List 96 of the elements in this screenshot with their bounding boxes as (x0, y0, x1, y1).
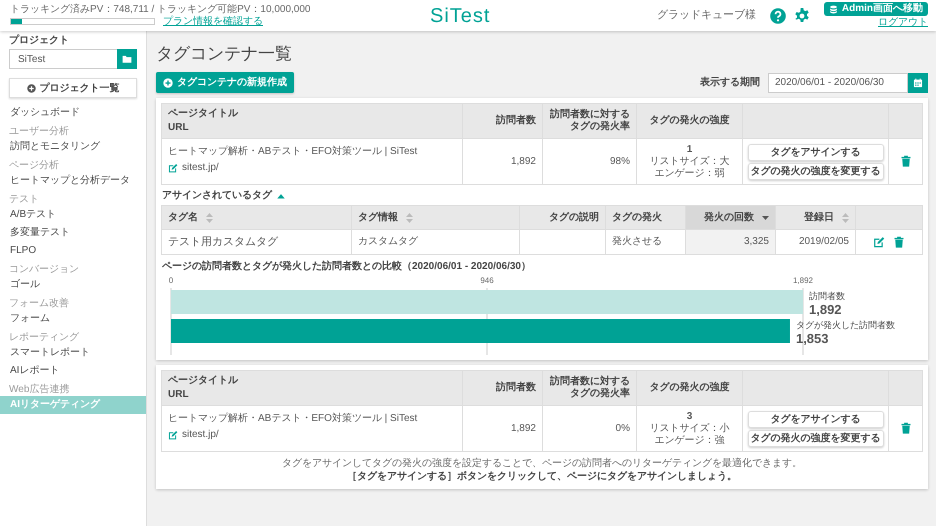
database-icon (828, 4, 838, 14)
strength-level: 3 (686, 410, 694, 422)
strength-level: 1 (686, 144, 694, 156)
sort-desc-icon[interactable] (762, 215, 769, 220)
column-header: ページタイトル (168, 375, 240, 387)
table-cell: 1,892 (462, 138, 542, 184)
column-header[interactable]: 登録日 (804, 212, 834, 224)
sidebar-heading: テスト (8, 193, 40, 206)
chart-title: ページの訪問者数とタグが発火した訪問者数との比較（2020/06/01 - 2020/06/30） (161, 259, 532, 274)
column-header: 訪問者数 (462, 370, 542, 406)
bar-value: 1,853 (796, 331, 829, 346)
column-header: タグの発火の強度 (636, 370, 742, 406)
sidebar-item[interactable]: ゴール (0, 276, 146, 294)
trash-icon (900, 155, 912, 168)
sidebar-heading: ユーザー分析 (8, 124, 70, 138)
period-label: 表示する期間 (700, 76, 760, 90)
sidebar-item[interactable]: スマートレポート (0, 344, 146, 362)
tick-label: 946 (480, 276, 494, 285)
trash-icon (893, 236, 905, 248)
project-label: プロジェクト (8, 35, 70, 47)
calendar-icon (913, 78, 923, 88)
sidebar-item[interactable]: ヒートマップと分析データ (0, 172, 146, 190)
column-header[interactable]: タグ情報 (358, 212, 398, 224)
help-text: タグをアサインしてタグの発火の強度を設定することで、ページの訪問者へのリターゲティングを最適化できます。 (281, 457, 803, 470)
list-size-text: リストサイズ：小 (648, 422, 730, 434)
table-cell: 1,892 (462, 406, 542, 452)
table-cell: 0% (542, 406, 636, 452)
table-cell: テスト用カスタムタグ (162, 230, 352, 254)
column-header: タグの発火 (612, 212, 662, 224)
logo: SiTest (430, 6, 490, 26)
sidebar-heading: ページ分析 (8, 158, 60, 172)
help-icon[interactable] (770, 8, 786, 24)
sidebar-item[interactable]: FLPO (0, 242, 146, 260)
engagement-text: エンゲージ：強 (654, 434, 726, 446)
tick-label: 1,892 (792, 276, 814, 285)
sidebar-heading: コンバージョン (8, 263, 80, 276)
project-field[interactable]: SiTest (9, 49, 117, 69)
sidebar-heading: フォーム改善 (8, 296, 70, 310)
plus-icon (26, 84, 36, 92)
plus-icon (163, 78, 173, 88)
edit-button[interactable] (873, 236, 885, 248)
column-header: URL (168, 389, 190, 401)
table-cell: 3,325 (686, 230, 776, 254)
edit-icon (168, 163, 178, 173)
sidebar-heading: レポーティング (8, 331, 80, 344)
table-cell: カスタムタグ (352, 230, 520, 254)
assigned-tags-label: アサインされているタグ (162, 190, 272, 202)
page-title: タグコンテナ一覧 (156, 43, 293, 65)
change-strength-button[interactable]: タグの発火の強度を変更する (748, 430, 884, 446)
edit-icon (873, 236, 885, 248)
page-title-text: ヒートマップ解析・ABテスト・EFO対策ツール | SiTest (168, 146, 418, 158)
delete-button[interactable] (900, 155, 912, 168)
column-header: ページタイトル (168, 108, 240, 120)
sidebar-item[interactable]: フォーム (0, 310, 146, 328)
table-cell: 98% (542, 138, 636, 184)
list-size-text: リストサイズ：大 (648, 156, 730, 168)
column-header: 訪問者数に対する タグの発火率 (549, 109, 630, 133)
folder-icon (122, 54, 132, 64)
folder-button[interactable] (117, 49, 137, 69)
url-link[interactable]: sitest.jp/ (168, 162, 219, 174)
settings-icon[interactable] (794, 8, 810, 24)
sidebar-item[interactable]: 多変量テスト (0, 224, 146, 242)
date-range-field[interactable]: 2020/06/01 - 2020/06/30 (768, 72, 908, 92)
series-label: 訪問者数 (809, 291, 845, 301)
assign-tag-button[interactable]: タグをアサインする (748, 410, 884, 428)
delete-button[interactable] (900, 422, 912, 434)
sidebar-item[interactable]: A/Bテスト (0, 206, 146, 224)
column-header: 訪問者数 (462, 104, 542, 138)
delete-button[interactable] (893, 236, 905, 248)
url-link[interactable]: sitest.jp/ (168, 429, 219, 441)
table-cell: 2019/02/05 (776, 230, 856, 254)
column-header[interactable]: タグ名 (168, 212, 198, 224)
series-label: タグが発火した訪問者数 (796, 320, 895, 330)
assign-tag-button[interactable]: タグをアサインする (748, 144, 884, 160)
help-text: ［タグをアサインする］ボタンをクリックして、ページにタグをアサインしましょう。 (346, 470, 738, 483)
change-strength-button[interactable]: タグの発火の強度を変更する (748, 162, 884, 180)
sidebar-item[interactable]: ダッシュボード (0, 104, 146, 122)
project-list-button[interactable]: プロジェクト一覧 (9, 78, 137, 98)
engagement-text: エンゲージ：弱 (654, 168, 726, 180)
tick-label: 0 (168, 276, 174, 285)
sidebar-heading: Web広告連携 (8, 382, 70, 396)
trash-icon (900, 422, 912, 434)
edit-icon (168, 430, 178, 440)
column-header: タグの説明 (549, 212, 599, 224)
grid-line (170, 288, 172, 355)
column-header: 訪問者数に対する タグの発火率 (549, 376, 630, 400)
page-title-text: ヒートマップ解析・ABテスト・EFO対策ツール | SiTest (168, 413, 418, 425)
tracking-text: トラッキング済みPV：748,711 / トラッキング可能PV：10,000,000 (10, 4, 312, 16)
calendar-button[interactable] (908, 72, 928, 92)
grid-line (802, 288, 804, 355)
bar-value: 1,892 (809, 302, 842, 317)
column-header: タグの発火の強度 (636, 104, 742, 138)
column-header: URL (168, 122, 190, 134)
sidebar-item[interactable]: AIレポート (0, 362, 146, 380)
user-name: グラッドキューブ様 (656, 8, 756, 24)
sidebar-item[interactable]: 訪問とモニタリング (0, 138, 146, 156)
